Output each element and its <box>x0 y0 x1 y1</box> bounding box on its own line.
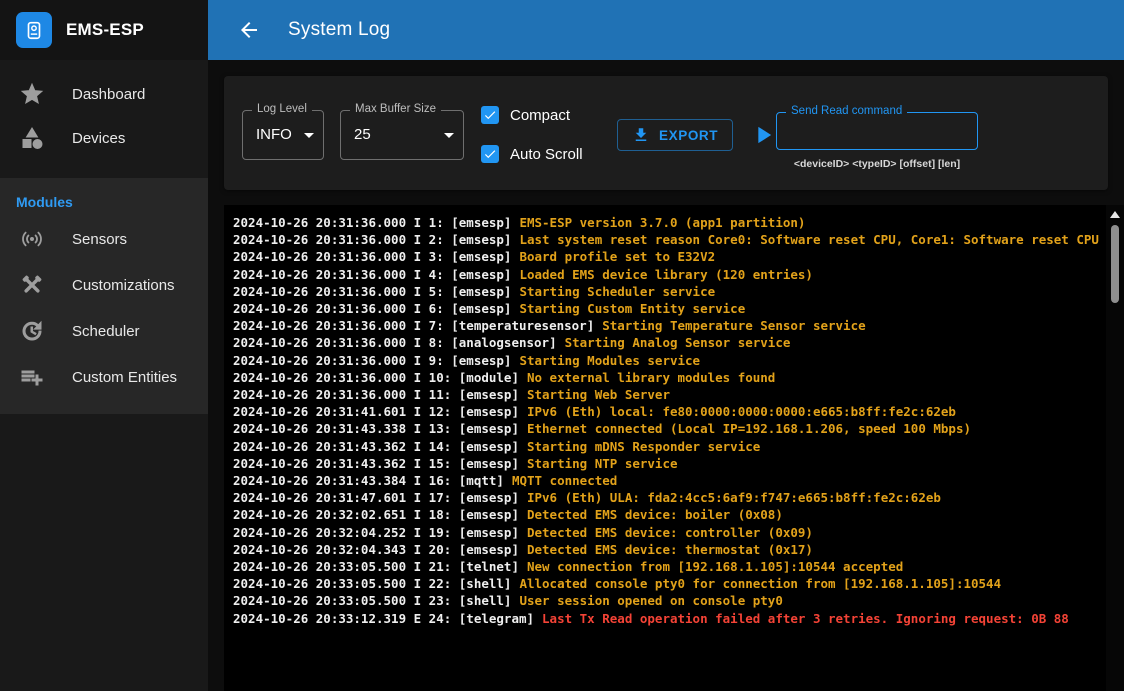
log-line: 2024-10-26 20:31:36.000 I 5: [emsesp]Sta… <box>233 283 1104 300</box>
log-line: 2024-10-26 20:31:36.000 I 2: [emsesp]Las… <box>233 231 1104 248</box>
sidebar-modules-section: Modules Sensors <box>0 178 208 414</box>
log-controls-card: Log Level INFO Max Buffer Size 25 Compac… <box>224 76 1108 190</box>
sidebar-item-label: Devices <box>72 130 125 147</box>
log-line: 2024-10-26 20:32:04.343 I 20: [emsesp]De… <box>233 541 1104 558</box>
compact-checkbox[interactable]: Compact <box>481 106 570 124</box>
send-read-command-field: Send Read command <box>776 112 978 150</box>
download-icon <box>632 126 650 144</box>
log-line: 2024-10-26 20:31:36.000 I 8: [analogsens… <box>233 334 1104 351</box>
compact-label: Compact <box>510 107 570 124</box>
log-line: 2024-10-26 20:31:36.000 I 3: [emsesp]Boa… <box>233 248 1104 265</box>
log-line: 2024-10-26 20:31:41.601 I 12: [emsesp]IP… <box>233 403 1104 420</box>
back-button[interactable] <box>232 13 266 47</box>
sensors-icon <box>20 227 44 251</box>
log-line: 2024-10-26 20:32:04.252 I 19: [emsesp]De… <box>233 524 1104 541</box>
sidebar-item-label: Sensors <box>72 231 127 248</box>
category-icon <box>20 126 44 150</box>
log-line: 2024-10-26 20:31:36.000 I 10: [module]No… <box>233 369 1104 386</box>
max-buffer-size-select[interactable]: Max Buffer Size 25 <box>340 110 464 160</box>
sidebar-item-label: Dashboard <box>72 86 145 103</box>
log-line: 2024-10-26 20:31:43.362 I 15: [emsesp]St… <box>233 455 1104 472</box>
log-line: 2024-10-26 20:31:36.000 I 4: [emsesp]Loa… <box>233 266 1104 283</box>
app-root: EMS-ESP Dashboard Devices Modules <box>0 0 1124 691</box>
send-read-command-label: Send Read command <box>786 105 907 117</box>
log-lines: 2024-10-26 20:31:36.000 I 1: [emsesp]EMS… <box>224 205 1104 691</box>
log-line: 2024-10-26 20:31:36.000 I 6: [emsesp]Sta… <box>233 300 1104 317</box>
star-icon <box>20 82 44 106</box>
log-line: 2024-10-26 20:33:05.500 I 23: [shell]Use… <box>233 592 1104 609</box>
auto-scroll-label: Auto Scroll <box>510 146 583 163</box>
export-label: EXPORT <box>659 128 718 143</box>
export-button[interactable]: EXPORT <box>617 119 733 151</box>
sidebar: EMS-ESP Dashboard Devices Modules <box>0 0 208 691</box>
scroll-up-arrow-icon[interactable] <box>1110 211 1120 218</box>
modules-header: Modules <box>0 186 208 216</box>
log-line: 2024-10-26 20:31:43.384 I 16: [mqtt]MQTT… <box>233 472 1104 489</box>
log-line: 2024-10-26 20:31:43.338 I 13: [emsesp]Et… <box>233 420 1104 437</box>
log-line: 2024-10-26 20:31:43.362 I 14: [emsesp]St… <box>233 438 1104 455</box>
app-bar: System Log <box>208 0 1124 60</box>
chevron-down-icon <box>297 123 321 152</box>
sidebar-item-customizations[interactable]: Customizations <box>0 262 208 308</box>
log-line: 2024-10-26 20:31:47.601 I 17: [emsesp]IP… <box>233 489 1104 506</box>
checkbox-checked-icon <box>481 145 499 163</box>
sidebar-item-custom-entities[interactable]: Custom Entities <box>0 354 208 400</box>
checkbox-checked-icon <box>481 106 499 124</box>
log-line: 2024-10-26 20:31:36.000 I 7: [temperatur… <box>233 317 1104 334</box>
boiler-icon <box>23 19 45 41</box>
log-line: 2024-10-26 20:31:36.000 I 9: [emsesp]Sta… <box>233 352 1104 369</box>
app-title: EMS-ESP <box>66 20 144 40</box>
chevron-down-icon <box>437 123 461 152</box>
scrollbar-thumb[interactable] <box>1111 225 1119 303</box>
log-level-label: Log Level <box>252 103 312 115</box>
playlist-add-icon <box>20 365 44 389</box>
sidebar-item-dashboard[interactable]: Dashboard <box>0 72 208 116</box>
ems-esp-logo-icon <box>16 12 52 48</box>
sidebar-item-devices[interactable]: Devices <box>0 116 208 160</box>
play-icon <box>749 121 777 149</box>
sidebar-item-scheduler[interactable]: Scheduler <box>0 308 208 354</box>
log-line: 2024-10-26 20:31:36.000 I 11: [emsesp]St… <box>233 386 1104 403</box>
log-line: 2024-10-26 20:31:36.000 I 1: [emsesp]EMS… <box>233 214 1104 231</box>
update-clock-icon <box>20 319 44 343</box>
log-line: 2024-10-26 20:33:05.500 I 22: [shell]All… <box>233 575 1104 592</box>
sidebar-item-sensors[interactable]: Sensors <box>0 216 208 262</box>
sidebar-header: EMS-ESP <box>0 0 208 60</box>
page-title: System Log <box>288 19 390 41</box>
send-play-button[interactable] <box>748 120 778 150</box>
log-scrollbar[interactable] <box>1106 205 1124 691</box>
construction-tools-icon <box>20 273 44 297</box>
send-read-command-input[interactable] <box>777 113 977 149</box>
sidebar-item-label: Customizations <box>72 277 175 294</box>
send-command-helper-text: <deviceID> <typeID> [offset] [len] <box>776 158 978 170</box>
system-log-output[interactable]: 2024-10-26 20:31:36.000 I 1: [emsesp]EMS… <box>224 205 1124 691</box>
auto-scroll-checkbox[interactable]: Auto Scroll <box>481 145 583 163</box>
sidebar-item-label: Scheduler <box>72 323 140 340</box>
sidebar-item-label: Custom Entities <box>72 369 177 386</box>
log-line: 2024-10-26 20:32:02.651 I 18: [emsesp]De… <box>233 506 1104 523</box>
log-line: 2024-10-26 20:33:05.500 I 21: [telnet]Ne… <box>233 558 1104 575</box>
log-line: 2024-10-26 20:33:12.319 E 24: [telegram]… <box>233 610 1104 627</box>
max-buffer-size-label: Max Buffer Size <box>350 103 441 115</box>
sidebar-menu: Dashboard Devices <box>0 60 208 160</box>
log-level-select[interactable]: Log Level INFO <box>242 110 324 160</box>
arrow-back-icon <box>237 18 261 42</box>
